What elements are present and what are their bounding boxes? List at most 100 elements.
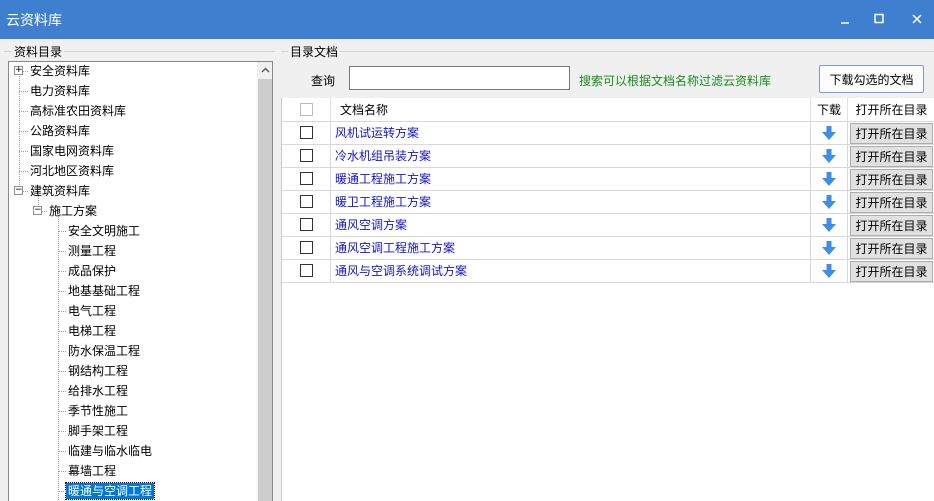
tree-item-label: 电力资料库 — [30, 84, 91, 98]
document-link[interactable]: 暖通工程施工方案 — [331, 172, 431, 186]
row-checkbox[interactable] — [300, 195, 313, 208]
header-open[interactable]: 打开所在目录 — [848, 98, 934, 122]
document-link[interactable]: 通风与空调系统调试方案 — [331, 264, 467, 278]
header-name[interactable]: 文档名称 — [331, 98, 811, 122]
download-arrow-icon[interactable] — [822, 172, 836, 187]
table-row[interactable]: 冷水机组吊装方案 打开所在目录 — [282, 145, 934, 168]
tree-item[interactable]: 公路资料库 — [28, 122, 92, 142]
tree-connector — [58, 311, 66, 312]
row-checkbox[interactable] — [300, 126, 313, 139]
document-link[interactable]: 通风空调方案 — [331, 218, 407, 232]
row-checkbox[interactable] — [300, 149, 313, 162]
open-folder-button[interactable]: 打开所在目录 — [850, 169, 933, 190]
download-arrow-icon[interactable] — [822, 264, 836, 279]
check-cell — [282, 237, 331, 260]
tree-item[interactable]: 测量工程 — [66, 242, 118, 262]
tree-item[interactable]: 安全文明施工 — [66, 222, 142, 242]
tree-item[interactable]: 防水保温工程 — [66, 342, 142, 362]
tree-item[interactable]: 成品保护 — [66, 262, 118, 282]
tree-item[interactable]: 电气工程 — [66, 302, 118, 322]
tree-item-label: 高标准农田资料库 — [30, 104, 127, 118]
tree-item[interactable]: 河北地区资料库 — [28, 162, 116, 182]
tree-item[interactable]: 施工方案 — [47, 202, 99, 222]
tree-item[interactable]: 钢结构工程 — [66, 362, 130, 382]
download-arrow-icon[interactable] — [822, 218, 836, 233]
tree-item-label: 电气工程 — [68, 304, 117, 318]
tree-connector — [19, 151, 28, 152]
tree-item[interactable]: 暖通与空调工程 — [64, 482, 156, 501]
open-cell: 打开所在目录 — [848, 214, 934, 237]
document-link[interactable]: 暖卫工程施工方案 — [331, 195, 431, 209]
open-cell: 打开所在目录 — [848, 260, 934, 283]
tree-item-label: 脚手架工程 — [68, 424, 129, 438]
collapse-icon[interactable]: − — [33, 206, 42, 215]
name-cell: 冷水机组吊装方案 — [331, 145, 811, 168]
search-input[interactable] — [349, 66, 570, 90]
tree-item[interactable]: 脚手架工程 — [66, 422, 130, 442]
table-row[interactable]: 通风空调方案 打开所在目录 — [282, 214, 934, 237]
document-link[interactable]: 通风空调工程施工方案 — [331, 241, 455, 255]
open-folder-button[interactable]: 打开所在目录 — [850, 261, 933, 282]
table-row[interactable]: 暖卫工程施工方案 打开所在目录 — [282, 191, 934, 214]
download-arrow-icon[interactable] — [822, 195, 836, 210]
tree-item[interactable]: 高标准农田资料库 — [28, 102, 128, 122]
name-cell: 风机试运转方案 — [331, 122, 811, 145]
tree-item-label: 给排水工程 — [68, 384, 129, 398]
name-cell: 通风空调工程施工方案 — [331, 237, 811, 260]
scroll-thumb[interactable] — [258, 79, 272, 501]
docs-group-border — [281, 51, 934, 52]
open-folder-button[interactable]: 打开所在目录 — [850, 123, 933, 144]
tree-item-label: 国家电网资料库 — [30, 144, 115, 158]
grid-header: 文档名称 下载 打开所在目录 — [282, 98, 934, 122]
select-all-checkbox[interactable] — [300, 103, 313, 116]
scroll-up-icon[interactable] — [257, 62, 272, 79]
tree-scrollbar[interactable] — [257, 62, 272, 501]
document-link[interactable]: 冷水机组吊装方案 — [331, 149, 431, 163]
directory-tree[interactable]: 安全资料库 + 电力资料库高标准农田资料库 公路资料库国家电网资料库河北地区资料库 建筑… — [8, 61, 273, 501]
tree-connector — [58, 451, 66, 452]
document-link[interactable]: 风机试运转方案 — [331, 126, 419, 140]
tree-connector — [58, 291, 66, 292]
open-folder-button[interactable]: 打开所在目录 — [850, 192, 933, 213]
tree-item[interactable]: 季节性施工 — [66, 402, 130, 422]
tree-item[interactable]: 电梯工程 — [66, 322, 118, 342]
download-arrow-icon[interactable] — [822, 126, 836, 141]
row-checkbox[interactable] — [300, 241, 313, 254]
tree-item[interactable]: 安全资料库 — [28, 62, 92, 82]
open-folder-button[interactable]: 打开所在目录 — [850, 215, 933, 236]
download-arrow-icon[interactable] — [822, 149, 836, 164]
tree-item[interactable]: 国家电网资料库 — [28, 142, 116, 162]
row-checkbox[interactable] — [300, 264, 313, 277]
tree-item-label: 临建与临水临电 — [68, 444, 153, 458]
tree-item-label: 公路资料库 — [30, 124, 91, 138]
close-icon[interactable] — [904, 8, 930, 30]
open-folder-button[interactable]: 打开所在目录 — [850, 238, 933, 259]
window-title: 云资料库 — [6, 13, 62, 29]
header-download[interactable]: 下载 — [811, 98, 848, 122]
download-cell — [811, 122, 848, 145]
check-cell — [282, 122, 331, 145]
row-checkbox[interactable] — [300, 218, 313, 231]
tree-item[interactable]: 幕墙工程 — [66, 462, 118, 482]
tree-item[interactable]: 建筑资料库 — [28, 182, 92, 202]
tree-item[interactable]: 地基基础工程 — [66, 282, 142, 302]
tree-item-label: 防水保温工程 — [68, 344, 141, 358]
collapse-icon[interactable]: − — [14, 186, 23, 195]
tree-item[interactable]: 给排水工程 — [66, 382, 130, 402]
expand-icon[interactable]: + — [14, 66, 23, 75]
row-checkbox[interactable] — [300, 172, 313, 185]
minimize-icon[interactable] — [832, 8, 858, 30]
table-row[interactable]: 风机试运转方案 打开所在目录 — [282, 122, 934, 145]
header-check-cell — [282, 98, 331, 122]
tree-panel-title: 资料目录 — [12, 43, 65, 60]
tree-item[interactable]: 电力资料库 — [28, 82, 92, 102]
maximize-icon[interactable] — [866, 8, 892, 30]
open-folder-button[interactable]: 打开所在目录 — [850, 146, 933, 167]
table-row[interactable]: 暖通工程施工方案 打开所在目录 — [282, 168, 934, 191]
table-row[interactable]: 通风与空调系统调试方案 打开所在目录 — [282, 260, 934, 283]
download-selected-button[interactable]: 下载勾选的文档 — [819, 65, 924, 93]
table-row[interactable]: 通风空调工程施工方案 打开所在目录 — [282, 237, 934, 260]
download-arrow-icon[interactable] — [822, 241, 836, 256]
tree-item[interactable]: 临建与临水临电 — [66, 442, 154, 462]
name-cell: 通风空调方案 — [331, 214, 811, 237]
